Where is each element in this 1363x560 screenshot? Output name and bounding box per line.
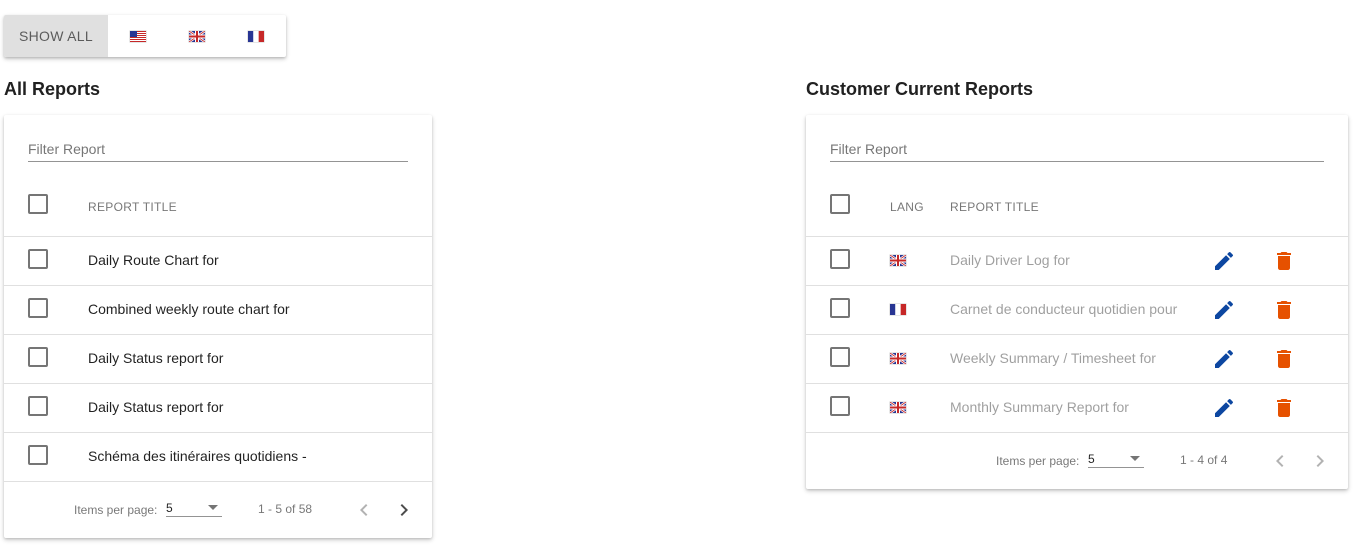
report-title-cell: Daily Status report for [88,399,224,415]
gb-flag-icon [890,402,906,413]
report-title-cell: Weekly Summary / Timesheet for [950,350,1156,366]
row-checkbox[interactable] [28,347,48,367]
report-title-cell: Daily Route Chart for [88,252,219,268]
row-checkbox[interactable] [28,249,48,269]
table-row: Combined weekly route chart for [4,286,432,335]
delete-button[interactable] [1272,347,1296,371]
us-flag-icon [129,30,146,42]
column-header-report-title: REPORT TITLE [88,200,177,214]
customer-reports-filter [830,139,1324,162]
page-size-select[interactable]: 5 [166,496,222,517]
edit-button[interactable] [1212,249,1236,273]
report-title-cell: Schéma des itinéraires quotidiens - [88,448,307,464]
table-row: Weekly Summary / Timesheet for [806,335,1348,384]
dropdown-arrow-icon [1130,456,1140,461]
items-per-page-label: Items per page: [996,454,1080,468]
chevron-right-icon [1316,455,1324,467]
page-size-value: 5 [166,501,173,515]
table-header-row: REPORT TITLE [4,180,432,237]
gb-flag-icon [890,255,906,266]
row-checkbox[interactable] [830,347,850,367]
edit-button[interactable] [1212,347,1236,371]
table-row: Monthly Summary Report for [806,384,1348,433]
customer-reports-table: LANG REPORT TITLE Daily Driver Log for C… [806,180,1348,433]
all-reports-table: REPORT TITLE Daily Route Chart for Combi… [4,180,432,482]
chevron-left-icon [1276,455,1284,467]
next-page-button[interactable] [1308,449,1332,473]
row-checkbox[interactable] [28,298,48,318]
next-page-button[interactable] [392,498,416,522]
page-size-value: 5 [1088,452,1095,466]
pencil-icon [1215,300,1234,319]
row-checkbox[interactable] [830,396,850,416]
select-all-checkbox[interactable] [28,194,48,214]
table-row: Carnet de conducteur quotidien pour [806,286,1348,335]
items-per-page-label: Items per page: [74,503,158,517]
all-reports-title: All Reports [4,79,101,99]
column-header-lang: LANG [890,200,924,214]
all-reports-card: REPORT TITLE Daily Route Chart for Combi… [4,115,432,538]
gb-flag-icon [188,30,205,42]
row-checkbox[interactable] [830,298,850,318]
pencil-icon [1215,349,1234,368]
report-title-cell: Daily Status report for [88,350,224,366]
trash-icon [1277,252,1291,270]
fr-language-button[interactable] [226,15,285,57]
page-range-label: 1 - 5 of 58 [258,502,313,516]
gb-language-button[interactable] [167,15,226,57]
page-range-label: 1 - 4 of 4 [1180,453,1228,467]
page-size-select[interactable]: 5 [1088,447,1144,468]
us-language-button[interactable] [108,15,167,57]
table-row: Daily Status report for [4,384,432,433]
chevron-left-icon [360,504,368,516]
report-title-cell: Daily Driver Log for [950,252,1070,268]
previous-page-button[interactable] [352,498,376,522]
table-row: Daily Route Chart for [4,237,432,286]
table-row: Schéma des itinéraires quotidiens - [4,433,432,482]
fr-flag-icon [890,304,906,315]
table-row: Daily Driver Log for [806,237,1348,286]
chevron-right-icon [400,504,408,516]
row-checkbox[interactable] [830,249,850,269]
trash-icon [1277,350,1291,368]
gb-flag-icon [890,353,906,364]
table-header-row: LANG REPORT TITLE [806,180,1348,237]
customer-reports-filter-input[interactable] [830,139,1324,159]
fr-flag-icon [247,30,264,42]
select-all-checkbox[interactable] [830,194,850,214]
all-reports-paginator: Items per page: 5 1 - 5 of 58 [4,482,432,538]
show-all-button[interactable]: SHOW ALL [4,15,108,57]
report-title-cell: Carnet de conducteur quotidien pour [950,301,1178,317]
show-all-label: SHOW ALL [19,28,93,44]
customer-reports-title: Customer Current Reports [806,79,1034,99]
pencil-icon [1215,398,1234,417]
pencil-icon [1215,251,1234,270]
row-checkbox[interactable] [28,445,48,465]
report-title-cell: Monthly Summary Report for [950,399,1129,415]
column-header-report-title: REPORT TITLE [950,200,1039,214]
trash-icon [1277,301,1291,319]
dropdown-arrow-icon [208,505,218,510]
table-row: Daily Status report for [4,335,432,384]
delete-button[interactable] [1272,298,1296,322]
trash-icon [1277,399,1291,417]
edit-button[interactable] [1212,298,1236,322]
language-toggle-group: SHOW ALL [4,15,286,57]
delete-button[interactable] [1272,396,1296,420]
report-title-cell: Combined weekly route chart for [88,301,290,317]
customer-reports-card: LANG REPORT TITLE Daily Driver Log for [806,115,1348,489]
all-reports-filter-input[interactable] [28,139,408,159]
all-reports-filter [28,139,408,162]
delete-button[interactable] [1272,249,1296,273]
row-checkbox[interactable] [28,396,48,416]
customer-reports-paginator: Items per page: 5 1 - 4 of 4 [806,433,1348,489]
edit-button[interactable] [1212,396,1236,420]
previous-page-button[interactable] [1268,449,1292,473]
